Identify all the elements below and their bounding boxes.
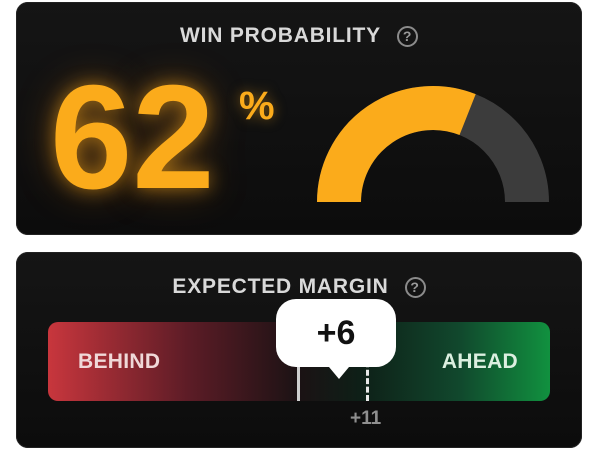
behind-label: BEHIND xyxy=(78,350,161,373)
gauge-fill xyxy=(317,86,476,203)
win-probability-unit: % xyxy=(239,84,275,128)
expected-margin-header: EXPECTED MARGIN ? xyxy=(16,275,582,299)
win-probability-header: WIN PROBABILITY ? xyxy=(16,24,582,48)
win-probability-card: WIN PROBABILITY ? 62 % xyxy=(16,2,582,235)
help-icon[interactable]: ? xyxy=(397,25,418,47)
help-icon[interactable]: ? xyxy=(404,276,426,298)
callout-pointer xyxy=(329,367,349,379)
ahead-label: AHEAD xyxy=(441,350,518,373)
expected-margin-title: EXPECTED MARGIN xyxy=(172,275,389,298)
win-probability-gauge xyxy=(317,86,549,203)
expected-margin-callout: +6 xyxy=(276,299,396,367)
expected-margin-card: EXPECTED MARGIN ? BEHIND AHEAD +6 +11 xyxy=(16,252,582,448)
win-probability-value: 62 xyxy=(50,55,215,220)
projection-value-label: +11 xyxy=(350,408,382,429)
win-probability-title: WIN PROBABILITY xyxy=(180,24,381,47)
